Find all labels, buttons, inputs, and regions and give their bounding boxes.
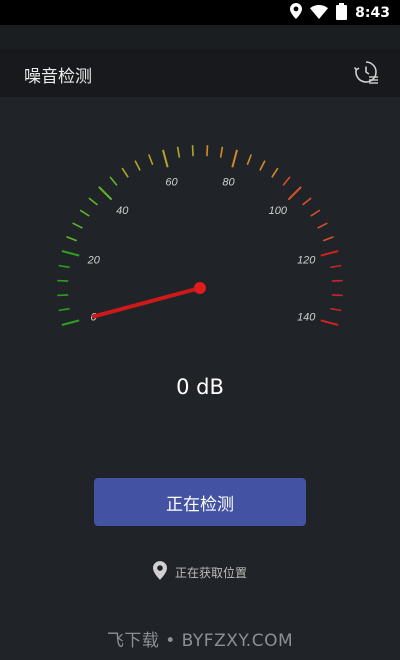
gauge-tick <box>134 160 141 171</box>
gauge-tick <box>320 250 339 257</box>
gauge-needle-hub <box>194 282 206 294</box>
gauge-tick <box>162 149 169 168</box>
decibel-readout: 0 dB <box>176 375 224 399</box>
gauge-tick <box>271 167 279 178</box>
history-button[interactable] <box>352 60 380 88</box>
gauge-tick <box>259 160 266 171</box>
gauge-tick <box>61 250 80 257</box>
location-pin-icon <box>152 561 167 583</box>
gauge-tick <box>331 279 343 282</box>
gauge-tick <box>176 146 181 158</box>
gauge-tick <box>219 146 224 158</box>
gauge-tick <box>282 176 291 186</box>
app-bar: 噪音检测 <box>0 49 400 97</box>
location-icon <box>290 3 303 23</box>
gauge-label: 140 <box>297 311 316 323</box>
detecting-button[interactable]: 正在检测 <box>94 478 306 526</box>
gauge-tick <box>287 186 302 201</box>
gauge-tick <box>246 154 252 166</box>
gauge-tick <box>320 319 339 326</box>
subheader-strip <box>0 25 400 49</box>
gauge-needle <box>91 286 202 319</box>
gauge-tick <box>330 264 342 269</box>
gauge-tick <box>231 149 238 168</box>
watermark: 飞下载 • BYFZXY.COM <box>106 631 294 651</box>
gauge-tick <box>57 279 69 282</box>
gauge-tick <box>58 307 70 312</box>
gauge-tick <box>61 319 80 326</box>
gauge-label: 60 <box>165 177 178 189</box>
gauge-tick <box>330 307 342 312</box>
gauge-tick <box>121 167 129 178</box>
gauge-tick <box>302 197 312 206</box>
gauge-tick <box>322 236 334 242</box>
clock: 8:43 <box>355 5 390 21</box>
gauge-label: 120 <box>297 255 316 267</box>
gauge-tick <box>79 209 90 217</box>
gauge-tick <box>109 176 118 186</box>
gauge-tick <box>98 186 113 201</box>
location-text: 正在获取位置 <box>174 565 247 580</box>
sound-level-gauge: 020406080100120140 <box>57 145 343 326</box>
gauge-tick <box>72 222 83 229</box>
gauge-tick <box>57 294 69 297</box>
status-bar: 8:43 <box>0 0 400 25</box>
gauge-tick <box>317 222 328 229</box>
battery-icon <box>336 2 348 24</box>
gauge-label: 100 <box>269 205 288 217</box>
gauge-label: 20 <box>87 255 101 267</box>
gauge-label: 80 <box>222 177 235 189</box>
history-icon <box>353 59 379 89</box>
page-title: 噪音检测 <box>24 67 92 87</box>
gauge-tick <box>58 264 70 269</box>
gauge-label: 40 <box>116 205 129 217</box>
gauge-tick <box>66 236 78 242</box>
gauge-tick <box>148 154 154 166</box>
gauge-tick <box>206 145 209 157</box>
gauge-tick <box>88 197 98 206</box>
wifi-icon <box>310 4 329 23</box>
gauge-tick <box>191 145 194 157</box>
status-icons: 8:43 <box>290 2 390 24</box>
gauge-tick <box>310 209 321 217</box>
location-status: 正在获取位置 <box>0 561 400 583</box>
gauge-tick <box>331 294 343 297</box>
